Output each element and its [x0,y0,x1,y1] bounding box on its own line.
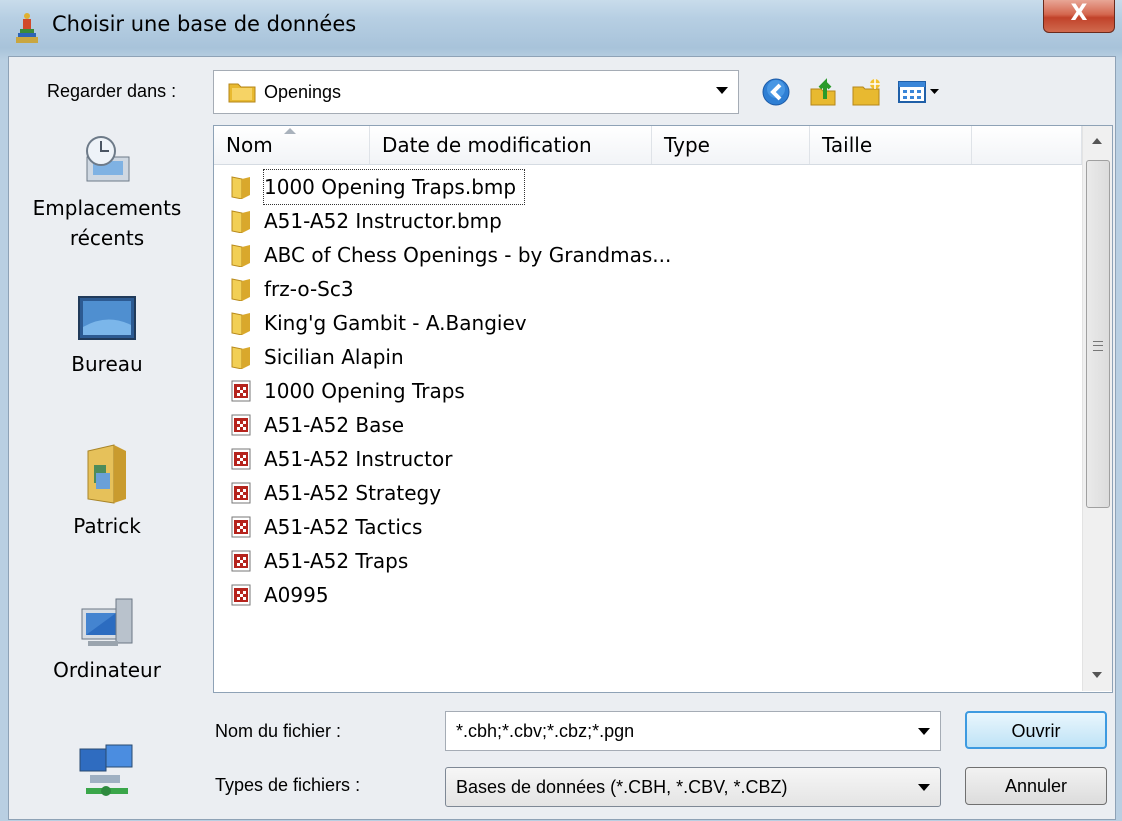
list-item[interactable]: A51-A52 Instructor [224,442,1074,476]
folder-icon [231,244,250,267]
place-label: Patrick [73,514,141,538]
file-name: A51-A52 Traps [264,549,409,573]
list-item[interactable]: A51-A52 Strategy [224,476,1074,510]
file-list[interactable]: Nom Date de modification Type Taille 100… [213,125,1113,693]
desktop-icon [78,296,136,340]
file-name: 1000 Opening Traps [264,379,465,403]
list-item[interactable]: frz-o-Sc3 [224,272,1074,306]
grip-icon [1093,341,1103,351]
close-icon: X [1070,1,1088,26]
filetype-value: Bases de données (*.CBH, *.CBV, *.CBZ) [456,777,788,797]
list-item[interactable]: A51-A52 Tactics [224,510,1074,544]
dialog-body: Regarder dans : Openings Emplacements ré… [8,56,1116,820]
place-computer[interactable]: Ordinateur [9,593,205,685]
sort-ascending-icon [284,128,296,134]
database-file-icon [231,380,251,402]
up-folder-icon[interactable] [809,77,839,107]
list-item[interactable]: ABC of Chess Openings - by Grandmas... [224,238,1074,272]
place-desktop[interactable]: Bureau [9,293,205,379]
file-name: A51-A52 Base [264,413,405,437]
file-name: A51-A52 Tactics [264,515,423,539]
filename-input[interactable]: *.cbh;*.cbv;*.cbz;*.pgn [445,711,941,751]
open-button[interactable]: Ouvrir [965,711,1107,749]
database-file-icon [231,550,251,572]
window-title: Choisir une base de données [52,12,357,36]
views-menu-icon[interactable] [897,77,941,107]
filetype-label: Types de fichiers : [215,775,361,795]
chessbase-app-icon [16,13,38,43]
column-name[interactable]: Nom [214,126,370,164]
column-label: Type [664,133,710,157]
column-label: Date de modification [382,133,592,157]
list-item[interactable]: King'g Gambit - A.Bangiev [224,306,1074,340]
close-button[interactable]: X [1043,0,1115,33]
cancel-button[interactable]: Annuler [965,767,1107,805]
database-file-icon [231,414,251,436]
new-folder-icon[interactable] [851,77,881,107]
chevron-down-icon[interactable] [918,784,930,791]
file-name: A51-A52 Strategy [264,481,442,505]
network-icon [79,744,133,796]
file-name: A51-A52 Instructor.bmp [264,209,502,233]
list-item[interactable]: Sicilian Alapin [224,340,1074,374]
folder-icon [231,346,250,369]
place-recent[interactable]: Emplacements récents [9,133,205,253]
column-spacer [972,126,1082,164]
filetype-select[interactable]: Bases de données (*.CBH, *.CBV, *.CBZ) [445,767,941,807]
scroll-thumb[interactable] [1086,160,1110,508]
file-name: ABC of Chess Openings - by Grandmas... [264,243,672,267]
place-label: Emplacements récents [32,196,182,250]
back-icon[interactable] [761,77,791,107]
chevron-down-icon[interactable] [918,728,930,735]
file-name: A51-A52 Instructor [264,447,453,471]
lookin-value: Openings [264,82,342,102]
column-label: Nom [226,133,273,157]
column-header: Nom Date de modification Type Taille [214,126,1082,165]
filename-label: Nom du fichier : [215,721,342,741]
file-name: King'g Gambit - A.Bangiev [264,311,527,335]
folder-icon [231,210,250,233]
title-bar[interactable]: Choisir une base de données X [0,0,1122,56]
database-file-icon [231,584,251,606]
folder-icon [231,176,250,199]
recent-places-icon [86,136,130,182]
lookin-label: Regarder dans : [47,81,177,101]
user-folder-icon [87,444,126,504]
list-item[interactable]: A51-A52 Traps [224,544,1074,578]
list-item[interactable]: A51-A52 Instructor.bmp [224,204,1074,238]
folder-icon [228,83,256,103]
database-file-icon [231,516,251,538]
file-name: Sicilian Alapin [264,345,404,369]
file-rows: 1000 Opening Traps.bmp A51-A52 Instructo… [224,169,1074,612]
vertical-scrollbar[interactable] [1082,126,1112,691]
column-type[interactable]: Type [652,126,810,164]
place-user[interactable]: Patrick [9,443,205,541]
file-name: 1000 Opening Traps.bmp [262,169,526,205]
column-label: Taille [822,133,873,157]
place-label: Ordinateur [53,658,161,682]
database-file-icon [231,448,251,470]
database-file-icon [231,482,251,504]
filename-value: *.cbh;*.cbv;*.cbz;*.pgn [456,721,635,741]
place-network[interactable] [9,743,205,805]
lookin-dropdown[interactable]: Openings [213,70,739,114]
folder-icon [231,278,250,301]
places-bar: Emplacements récents Bureau Patrick Ordi… [9,125,205,815]
list-item[interactable]: A51-A52 Base [224,408,1074,442]
file-name: frz-o-Sc3 [264,277,354,301]
file-name: A0995 [264,583,329,607]
folder-icon [231,312,250,335]
list-item[interactable]: 1000 Opening Traps.bmp [224,169,1074,205]
column-size[interactable]: Taille [810,126,972,164]
scroll-up-button[interactable] [1083,126,1112,156]
list-item[interactable]: A0995 [224,578,1074,612]
open-database-dialog: Choisir une base de données X Regarder d… [0,0,1122,821]
place-label: Bureau [71,352,143,376]
column-date[interactable]: Date de modification [370,126,652,164]
chevron-down-icon[interactable] [716,87,728,94]
list-item[interactable]: 1000 Opening Traps [224,374,1074,408]
computer-icon [81,598,133,646]
scroll-down-button[interactable] [1083,660,1112,690]
